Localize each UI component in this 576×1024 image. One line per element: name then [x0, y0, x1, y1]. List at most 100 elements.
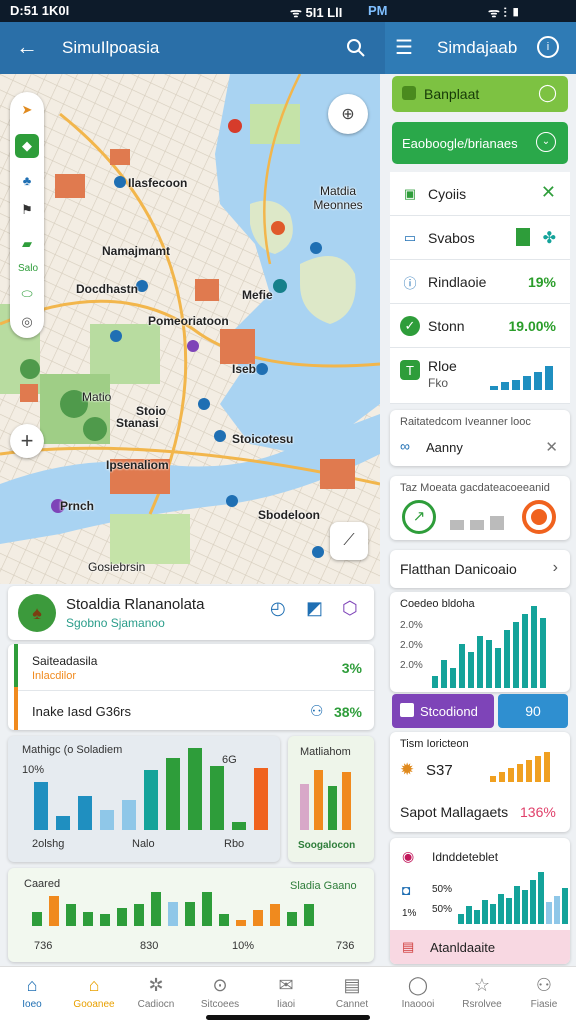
bookmark-icon[interactable]: ⬡: [342, 598, 358, 619]
info-icon[interactable]: i: [537, 36, 559, 58]
dismiss-icon[interactable]: ✕: [545, 438, 558, 456]
nav-search[interactable]: ⊙ Sitcoees: [188, 975, 252, 1010]
banplaat-button[interactable]: Banplaat ◯: [392, 76, 568, 112]
map-label-1: Namajmamt: [102, 244, 171, 258]
undefined-bar-4: [100, 914, 110, 926]
compass-icon[interactable]: ⊕: [328, 94, 368, 134]
purple-button[interactable]: Stcodiond: [392, 694, 494, 728]
map-label-8: Stoio: [136, 404, 166, 418]
chart2-card: Matliahom Soogalocon: [288, 736, 374, 862]
nav-row[interactable]: Flatthan Danicoaio ›: [390, 550, 570, 588]
nav-home[interactable]: ⌂ Ioeo: [0, 975, 64, 1010]
nav-messages[interactable]: ◯ Inaoooi: [386, 975, 450, 1010]
chat-icon: ◯: [538, 83, 558, 102]
nav-row-label: Flatthan Danicoaio: [400, 561, 517, 577]
undefined-bar-8: [168, 902, 178, 926]
undefined-bar-0: [458, 914, 464, 924]
chart3-card: Caared Sladia Gaano 736 830 10% 736: [8, 868, 374, 962]
undefined-bar-9: [185, 902, 195, 926]
panel-row-2[interactable]: ⓘ Rindlaoie 19%: [390, 260, 570, 304]
place-tree-icon: ♠: [18, 594, 56, 632]
nav-profile[interactable]: ⚇ Fiasie: [512, 975, 576, 1010]
map-label-4: Stanasi: [116, 416, 159, 430]
layers-icon[interactable]: ◆: [15, 134, 39, 158]
pin-icon[interactable]: ⬭: [15, 282, 39, 306]
right-app-bar: ☰ Simdajaab i: [385, 22, 576, 74]
undefined-bar-0: [300, 784, 309, 830]
undefined-bar-3: [83, 912, 93, 926]
undefined-bar-6: [166, 758, 180, 830]
undefined-bar-1: [466, 906, 472, 924]
close-icon[interactable]: ✕: [541, 182, 556, 203]
undefined-bar-5: [535, 756, 541, 782]
right-chart-plot: [432, 606, 546, 688]
blue-value-button[interactable]: 90: [498, 694, 568, 728]
left-header-title: SimuIlpoasia: [62, 38, 160, 57]
undefined-bar-5: [117, 908, 127, 926]
undefined-bar-11: [531, 606, 537, 688]
chart-icon: T: [400, 360, 420, 380]
panel-row-0[interactable]: ▣ Cyoiis ✕: [390, 172, 570, 216]
progress-ring-icon[interactable]: ↗: [402, 500, 436, 534]
map-tool-column: ➤ ◆ ♣ ⚑ ▰ Salo ⬭ ◎: [10, 92, 44, 338]
status-time: D:51 1K0I: [10, 3, 70, 18]
bottom-footer-bar[interactable]: ▤ Atanldaaite: [390, 930, 570, 964]
chart3-xlabel-2: 10%: [232, 940, 255, 952]
region-icon[interactable]: ▰: [15, 232, 39, 256]
mail-icon: ✉: [278, 975, 294, 995]
tree-icon[interactable]: ♣: [15, 168, 39, 192]
undefined-bar-2: [328, 786, 337, 830]
undefined-bar-10: [202, 892, 212, 926]
undefined-bar-7: [188, 748, 202, 830]
menu-icon[interactable]: ☰: [395, 35, 413, 60]
edit-icon[interactable]: ◩: [306, 598, 323, 619]
place-card[interactable]: ♠ Stoaldia Rlananolata Sgobno Sjamanoo ◴…: [8, 586, 374, 640]
nav-favorites[interactable]: ⌂ Gooanee: [62, 975, 126, 1010]
map-label-0: Ilasfecoon: [128, 176, 188, 190]
metric-footer: Sapot Mallagaets: [400, 804, 509, 820]
undefined-bar-4: [468, 652, 474, 688]
back-arrow-icon[interactable]: ←: [16, 34, 38, 60]
nav-starred-label: Rsrolvee: [462, 999, 502, 1010]
undefined-bar-0: [432, 676, 438, 688]
map-label-14: Gosiebrsin: [88, 560, 146, 574]
directions-icon[interactable]: ⟋: [330, 522, 368, 560]
history-icon[interactable]: ◴: [270, 598, 286, 619]
section1-item: Aanny: [426, 440, 463, 455]
undefined-bar-2: [450, 668, 456, 688]
target-icon[interactable]: ◎: [15, 310, 39, 334]
nav-home-label: Ioeo: [22, 999, 42, 1010]
home-icon: ⌂: [26, 975, 38, 995]
left-app-bar: ← SimuIlpoasia: [0, 22, 385, 74]
undefined-bar-7: [151, 892, 161, 926]
nav-mail-label: Iiaoi: [276, 999, 296, 1010]
search-icon[interactable]: [346, 38, 366, 58]
category-dropdown[interactable]: Eaoboogle/brianaes ⌄: [392, 122, 568, 164]
stat-row2-label: Inake Iasd G36rs: [32, 704, 131, 719]
home-indicator: [206, 1015, 370, 1020]
nav-mail[interactable]: ✉ Iiaoi: [254, 975, 318, 1010]
nav-saved[interactable]: ✲ Cadiocn: [124, 975, 188, 1010]
bar-chip-2: [470, 520, 484, 530]
undefined-bar-0: [34, 782, 48, 830]
gear-icon: ✹: [400, 760, 415, 779]
panel-row-4[interactable]: T Rloe Fko: [390, 348, 570, 404]
bar-chip-1: [450, 520, 464, 530]
undefined-bar-10: [254, 768, 268, 830]
nav-list[interactable]: ▤ Cannet: [320, 975, 384, 1010]
panel-row-1[interactable]: ▭ Svabos ✤: [390, 216, 570, 260]
undefined-bar-5: [477, 636, 483, 688]
panel-row-3[interactable]: ✓ Stonn 19.00%: [390, 304, 570, 348]
user-icon[interactable]: ⚇: [310, 702, 323, 720]
record-icon[interactable]: [522, 500, 556, 534]
zoom-in-button[interactable]: +: [10, 424, 44, 458]
panel-row-4-sub: Fko: [428, 376, 449, 390]
banplaat-label: Banplaat: [424, 86, 480, 102]
nav-arrow-icon[interactable]: ➤: [15, 98, 39, 122]
metric-mini-chart: [490, 752, 550, 782]
nav-starred[interactable]: ☆ Rsrolvee: [450, 975, 514, 1010]
map-view[interactable]: Ilasfecoon Namajmamt Docdhastn Pomeoriat…: [0, 74, 380, 584]
undefined-bar-13: [562, 888, 568, 924]
flag-icon[interactable]: ⚑: [15, 198, 39, 222]
right-chart-card: Coedeo bldoha 2.0% 2.0% 2.0%: [390, 592, 570, 692]
